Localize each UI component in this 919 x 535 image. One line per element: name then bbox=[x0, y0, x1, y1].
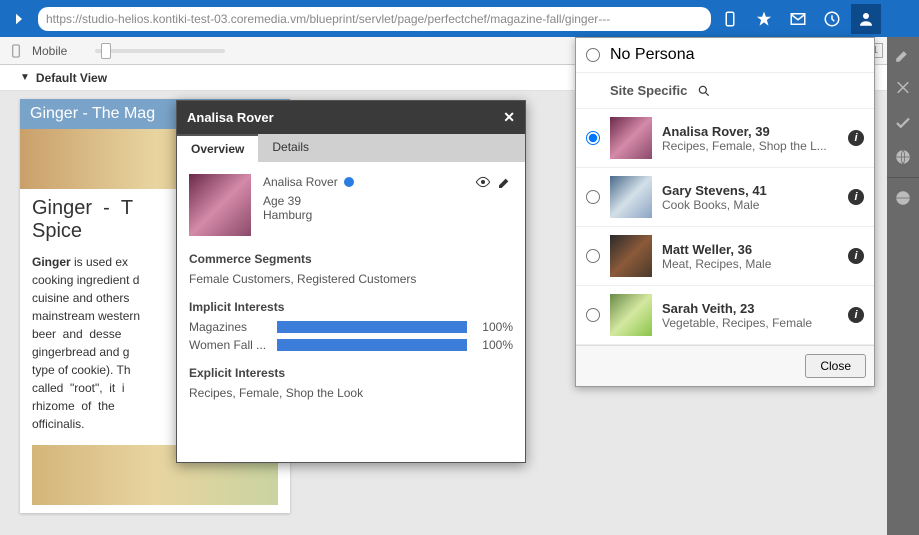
zoom-slider[interactable] bbox=[95, 49, 225, 53]
active-dot-icon bbox=[344, 177, 354, 187]
interest-bar bbox=[277, 321, 467, 333]
rail-check-icon[interactable] bbox=[887, 107, 919, 139]
top-toolbar: https://studio-helios.kontiki-test-03.co… bbox=[0, 0, 919, 37]
device-label: Mobile bbox=[32, 44, 67, 58]
no-persona-label: No Persona bbox=[610, 46, 695, 64]
profile-avatar bbox=[189, 174, 251, 236]
persona-radio[interactable] bbox=[586, 131, 600, 145]
interest-row: Magazines 100% bbox=[189, 320, 513, 334]
interest-label: Women Fall ... bbox=[189, 338, 269, 352]
interest-label: Magazines bbox=[189, 320, 269, 334]
no-persona-row[interactable]: No Persona bbox=[576, 38, 874, 73]
mail-icon[interactable] bbox=[783, 4, 813, 34]
persona-row[interactable]: Analisa Rover, 39 Recipes, Female, Shop … bbox=[576, 109, 874, 168]
pencil-icon[interactable] bbox=[497, 174, 513, 190]
info-icon[interactable]: i bbox=[848, 189, 864, 205]
persona-avatar bbox=[610, 117, 652, 159]
persona-name: Sarah Veith, 23 bbox=[662, 301, 838, 316]
persona-row[interactable]: Matt Weller, 36 Meat, Recipes, Male i bbox=[576, 227, 874, 286]
persona-dialog: Analisa Rover ✕ Overview Details Analisa… bbox=[176, 100, 526, 463]
dialog-header[interactable]: Analisa Rover ✕ bbox=[177, 101, 525, 134]
rail-globe2-icon[interactable] bbox=[887, 182, 919, 214]
collapse-arrow-icon: ▼ bbox=[20, 72, 30, 83]
persona-dropdown: No Persona Site Specific Analisa Rover, … bbox=[575, 37, 875, 387]
interest-value: 100% bbox=[475, 320, 513, 334]
persona-meta: Recipes, Female, Shop the L... bbox=[662, 139, 838, 153]
segments-title: Commerce Segments bbox=[189, 252, 513, 266]
rail-globe-icon[interactable] bbox=[887, 141, 919, 173]
site-specific-header: Site Specific bbox=[576, 73, 874, 109]
persona-row[interactable]: Gary Stevens, 41 Cook Books, Male i bbox=[576, 168, 874, 227]
persona-radio[interactable] bbox=[586, 249, 600, 263]
info-icon[interactable]: i bbox=[848, 307, 864, 323]
view-label: Default View bbox=[36, 71, 107, 85]
rail-cut-icon[interactable] bbox=[887, 73, 919, 105]
interest-bar bbox=[277, 339, 467, 351]
persona-avatar bbox=[610, 176, 652, 218]
info-icon[interactable]: i bbox=[848, 248, 864, 264]
persona-meta: Meat, Recipes, Male bbox=[662, 257, 838, 271]
persona-name: Analisa Rover, 39 bbox=[662, 124, 838, 139]
back-button[interactable] bbox=[4, 4, 34, 34]
favorite-icon[interactable] bbox=[749, 4, 779, 34]
rail-edit-icon[interactable] bbox=[887, 39, 919, 71]
dialog-tabs: Overview Details bbox=[177, 134, 525, 162]
segments-value: Female Customers, Registered Customers bbox=[189, 272, 513, 286]
eye-icon[interactable] bbox=[475, 174, 491, 190]
url-field[interactable]: https://studio-helios.kontiki-test-03.co… bbox=[38, 7, 711, 31]
persona-meta: Vegetable, Recipes, Female bbox=[662, 316, 838, 330]
device-icon[interactable] bbox=[715, 4, 745, 34]
tab-details[interactable]: Details bbox=[258, 134, 323, 162]
profile-age: Age 39 bbox=[263, 194, 513, 208]
clock-icon[interactable] bbox=[817, 4, 847, 34]
dialog-close-icon[interactable]: ✕ bbox=[503, 109, 515, 126]
persona-radio[interactable] bbox=[586, 308, 600, 322]
close-button[interactable]: Close bbox=[805, 354, 866, 378]
dialog-title: Analisa Rover bbox=[187, 110, 274, 125]
right-rail bbox=[887, 0, 919, 535]
profile-name: Analisa Rover bbox=[263, 175, 338, 189]
persona-avatar bbox=[610, 294, 652, 336]
persona-name: Gary Stevens, 41 bbox=[662, 183, 838, 198]
persona-icon[interactable] bbox=[851, 4, 881, 34]
search-icon[interactable] bbox=[697, 84, 711, 98]
persona-radio[interactable] bbox=[586, 190, 600, 204]
implicit-title: Implicit Interests bbox=[189, 300, 513, 314]
persona-meta: Cook Books, Male bbox=[662, 198, 838, 212]
persona-row[interactable]: Sarah Veith, 23 Vegetable, Recipes, Fema… bbox=[576, 286, 874, 345]
persona-footer: Close bbox=[576, 345, 874, 386]
no-persona-radio[interactable] bbox=[586, 48, 600, 62]
explicit-title: Explicit Interests bbox=[189, 366, 513, 380]
interest-row: Women Fall ... 100% bbox=[189, 338, 513, 352]
explicit-value: Recipes, Female, Shop the Look bbox=[189, 386, 513, 400]
profile-city: Hamburg bbox=[263, 208, 513, 222]
interest-value: 100% bbox=[475, 338, 513, 352]
tab-overview[interactable]: Overview bbox=[177, 134, 258, 162]
persona-name: Matt Weller, 36 bbox=[662, 242, 838, 257]
mobile-icon bbox=[8, 43, 24, 59]
persona-avatar bbox=[610, 235, 652, 277]
info-icon[interactable]: i bbox=[848, 130, 864, 146]
